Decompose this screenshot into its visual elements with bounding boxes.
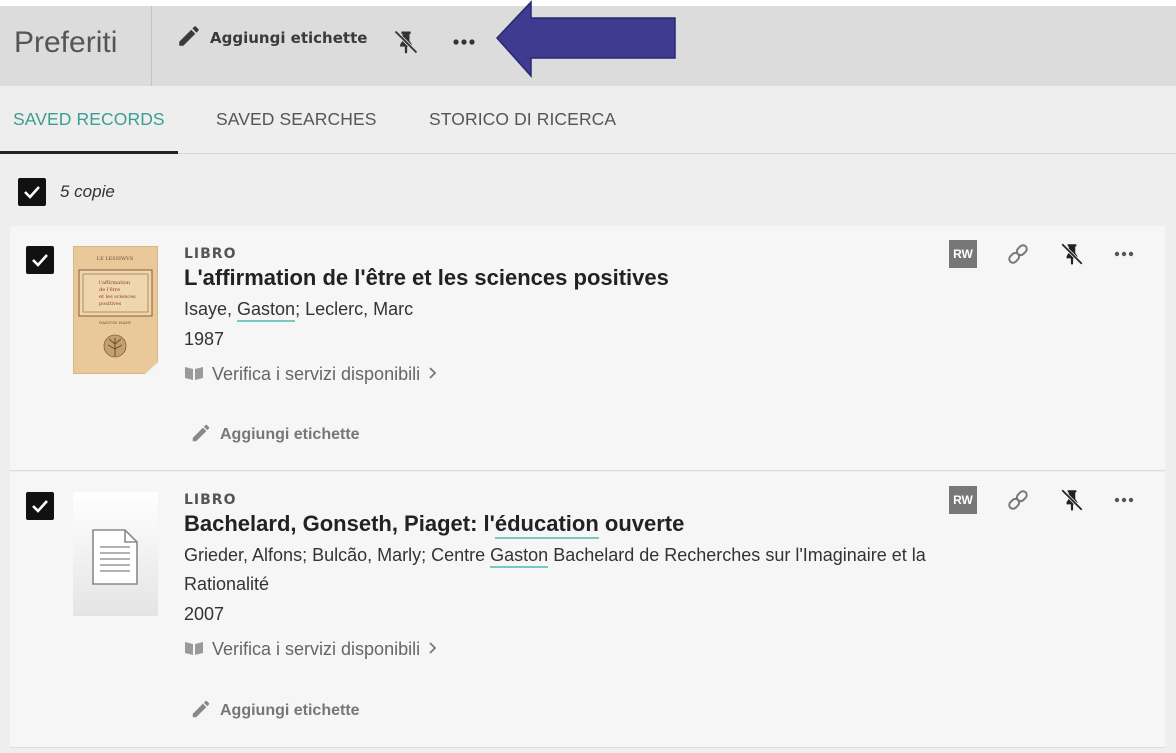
link-icon: [1008, 244, 1028, 264]
add-tags-label: Aggiungi etichette: [210, 29, 368, 47]
record-metadata: LIBRO L'affirmation de l'être et les sci…: [184, 246, 669, 385]
record-title[interactable]: Bachelard, Gonseth, Piaget: l'éducation …: [184, 511, 926, 539]
add-tags-button[interactable]: Aggiungi etichette: [176, 24, 367, 52]
check-services-link[interactable]: Verifica i servizi disponibili: [184, 639, 926, 660]
annotation-arrow: [495, 0, 680, 82]
selected-count: 5 copie: [60, 182, 115, 201]
permalink-button[interactable]: [1005, 487, 1031, 513]
select-all-checkbox[interactable]: [18, 178, 46, 206]
link-icon: [1008, 490, 1028, 510]
header-divider: [151, 6, 152, 86]
svg-text:et les sciences: et les sciences: [99, 294, 136, 300]
svg-text:l'affirmation: l'affirmation: [99, 280, 131, 286]
record-type: LIBRO: [184, 492, 237, 508]
record-authors: Grieder, Alfons; Bulcão, Marly; Centre G…: [184, 545, 926, 594]
record-more-button[interactable]: [1113, 496, 1135, 504]
pencil-icon: [190, 698, 212, 724]
record-authors: Isaye, Gaston; Leclerc, Marc: [184, 295, 669, 324]
pencil-icon: [190, 422, 212, 448]
permalink-button[interactable]: [1005, 241, 1031, 267]
book-open-icon: [184, 365, 204, 385]
list-item: LIBRO Bachelard, Gonseth, Piaget: l'éduc…: [10, 472, 1165, 748]
tab-saved-searches[interactable]: SAVED SEARCHES: [216, 86, 377, 153]
svg-text:LE LESSIWVS: LE LESSIWVS: [97, 256, 134, 262]
tab-bar: SAVED RECORDS SAVED SEARCHES STORICO DI …: [0, 86, 1176, 154]
saved-records-panel: 5 copie LE LESSIWVS l'affirmation de l'ê…: [0, 154, 1176, 753]
record-add-tags-button[interactable]: Aggiungi etichette: [190, 422, 360, 448]
check-icon: [32, 254, 48, 267]
record-type: LIBRO: [184, 246, 237, 262]
pencil-icon: [176, 23, 202, 53]
more-icon: [451, 32, 477, 51]
page-title: Preferiti: [14, 26, 118, 59]
unpin-icon: [392, 30, 420, 60]
unpin-icon: [1061, 489, 1083, 511]
refworks-button[interactable]: RW: [949, 240, 977, 268]
chevron-right-icon: [428, 640, 438, 659]
refworks-button[interactable]: RW: [949, 486, 977, 514]
record-metadata: LIBRO Bachelard, Gonseth, Piaget: l'éduc…: [184, 492, 926, 660]
list-item: LE LESSIWVS l'affirmation de l'être et l…: [10, 226, 1165, 471]
record-actions: RW: [949, 240, 1135, 268]
unpin-button[interactable]: [392, 28, 420, 60]
check-icon: [32, 500, 48, 513]
check-services-link[interactable]: Verifica i servizi disponibili: [184, 364, 669, 385]
record-year: 1987: [184, 329, 225, 349]
svg-text:positives: positives: [99, 301, 122, 307]
record-add-tags-button[interactable]: Aggiungi etichette: [190, 698, 360, 724]
record-actions: RW: [949, 486, 1135, 514]
more-options-button[interactable]: [451, 32, 477, 51]
check-icon: [24, 186, 40, 199]
select-all: 5 copie: [18, 178, 115, 206]
book-cover-placeholder[interactable]: [73, 492, 158, 620]
svg-text:de l'être: de l'être: [99, 286, 120, 293]
unpin-record-button[interactable]: [1059, 487, 1085, 513]
svg-text:GASTON ISAYE: GASTON ISAYE: [99, 320, 131, 325]
chevron-right-icon: [428, 365, 438, 384]
tab-saved-records[interactable]: SAVED RECORDS: [0, 86, 178, 154]
book-open-icon: [184, 640, 204, 660]
unpin-icon: [1061, 243, 1083, 265]
tab-search-history[interactable]: STORICO DI RICERCA: [429, 86, 616, 153]
record-year: 2007: [184, 604, 225, 624]
more-icon: [1114, 497, 1134, 503]
book-cover[interactable]: LE LESSIWVS l'affirmation de l'être et l…: [72, 245, 159, 378]
record-more-button[interactable]: [1113, 250, 1135, 258]
more-icon: [1114, 251, 1134, 257]
unpin-record-button[interactable]: [1059, 241, 1085, 267]
record-title[interactable]: L'affirmation de l'être et les sciences …: [184, 265, 669, 291]
record-checkbox[interactable]: [26, 492, 54, 520]
record-checkbox[interactable]: [26, 246, 54, 274]
